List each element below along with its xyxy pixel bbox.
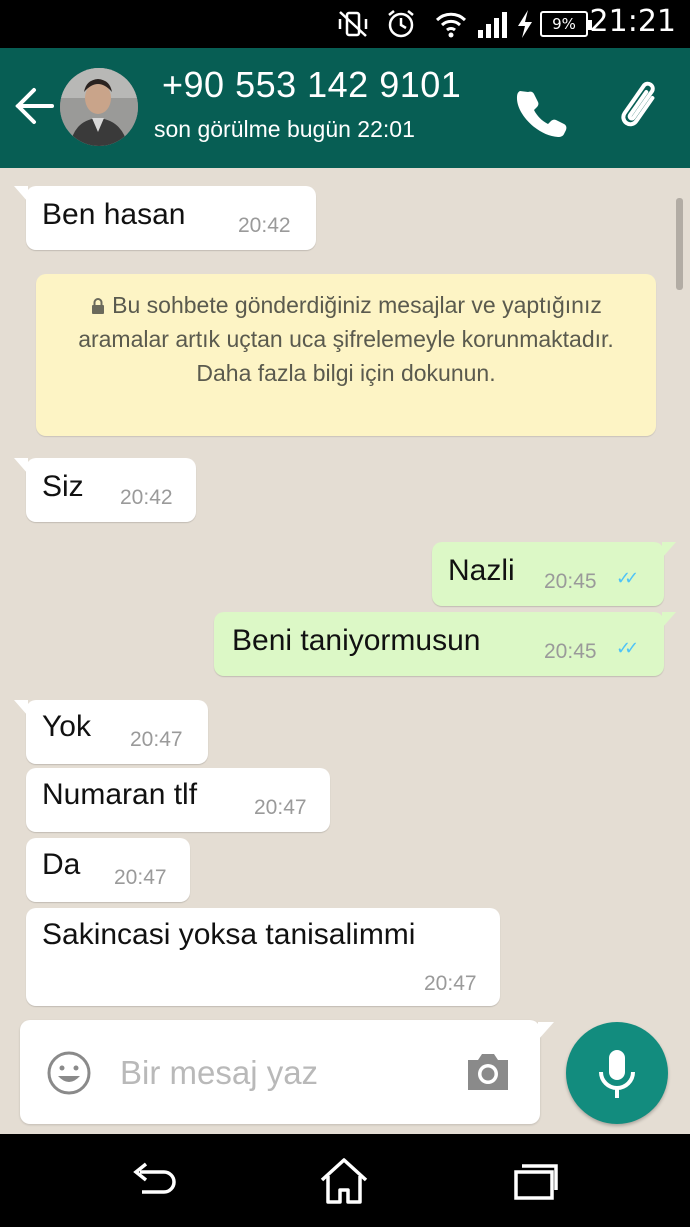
navigation-bar	[0, 1134, 690, 1227]
signal-icon	[476, 8, 510, 40]
message-bubble[interactable]: Yok 20:47	[14, 700, 208, 764]
contact-name[interactable]: +90 553 142 9101	[162, 64, 461, 106]
home-nav-button[interactable]	[314, 1156, 374, 1206]
battery-icon: 9%	[540, 11, 592, 37]
recent-apps-icon	[514, 1164, 558, 1200]
chat-area[interactable]: Ben hasan 20:42 Bu sohbete gönderdiğiniz…	[0, 168, 690, 1134]
message-bubble[interactable]: Ben hasan 20:42	[14, 186, 316, 250]
call-button[interactable]	[514, 84, 568, 138]
message-bubble[interactable]: Sakincasi yoksa tanisalimmi 20:47	[26, 908, 500, 1006]
camera-icon	[468, 1054, 508, 1090]
lock-icon	[92, 298, 105, 314]
scrollbar[interactable]	[676, 198, 683, 290]
status-bar: 9% 21:21	[0, 0, 690, 48]
message-text: Ben hasan	[42, 198, 186, 231]
message-input[interactable]	[120, 1048, 450, 1098]
message-text: Yok	[42, 710, 91, 743]
attach-button[interactable]	[612, 78, 672, 138]
microphone-button[interactable]	[566, 1022, 668, 1124]
microphone-icon	[599, 1050, 635, 1098]
message-time: 20:42	[120, 486, 173, 509]
avatar[interactable]	[60, 68, 138, 146]
message-text: Nazli	[448, 554, 515, 587]
chat-header: +90 553 142 9101 son görülme bugün 22:01	[0, 48, 690, 168]
vibrate-off-icon	[336, 8, 370, 40]
message-time: 20:47	[130, 728, 183, 751]
status-time: 21:21	[589, 4, 676, 39]
read-ticks-icon: ✓✓	[616, 568, 639, 589]
message-time: 20:47	[424, 972, 477, 995]
read-ticks-icon: ✓✓	[616, 638, 639, 659]
message-time: 20:42	[238, 214, 291, 237]
message-bubble[interactable]: Da 20:47	[26, 838, 190, 902]
camera-button[interactable]	[464, 1050, 512, 1094]
battery-level: 9%	[552, 15, 576, 33]
phone-icon	[516, 91, 567, 137]
home-icon	[320, 1158, 368, 1204]
charging-icon	[514, 8, 536, 40]
back-arrow-icon	[15, 88, 54, 124]
back-nav-button[interactable]	[124, 1156, 184, 1206]
message-bubble[interactable]: Siz 20:42	[14, 458, 196, 522]
message-text: Sakincasi yoksa tanisalimmi	[42, 918, 416, 951]
back-nav-icon	[133, 1162, 176, 1194]
recent-apps-nav-button[interactable]	[506, 1156, 566, 1206]
message-bubble-outgoing[interactable]: Nazli 20:45 ✓✓	[432, 542, 676, 606]
emoji-button[interactable]	[46, 1050, 92, 1096]
message-time: 20:45	[544, 640, 597, 663]
paperclip-icon	[621, 81, 655, 127]
encryption-notice[interactable]: Bu sohbete gönderdiğiniz mesajlar ve yap…	[36, 274, 656, 436]
message-text: Beni taniyormusun	[232, 624, 481, 657]
alarm-icon	[384, 8, 418, 40]
encryption-notice-text: Bu sohbete gönderdiğiniz mesajlar ve yap…	[78, 292, 614, 386]
message-text: Numaran tlf	[42, 778, 198, 811]
message-bubble[interactable]: Numaran tlf 20:47	[26, 768, 330, 832]
back-button[interactable]	[12, 82, 60, 130]
last-seen-status: son görülme bugün 22:01	[154, 116, 415, 142]
emoji-icon	[47, 1051, 91, 1095]
message-time: 20:45	[544, 570, 597, 593]
message-text: Siz	[42, 470, 84, 503]
message-time: 20:47	[254, 796, 307, 819]
message-text: Da	[42, 848, 81, 881]
message-bubble-outgoing[interactable]: Beni taniyormusun 20:45 ✓✓	[214, 612, 676, 676]
wifi-icon	[434, 8, 468, 40]
message-time: 20:47	[114, 866, 167, 889]
